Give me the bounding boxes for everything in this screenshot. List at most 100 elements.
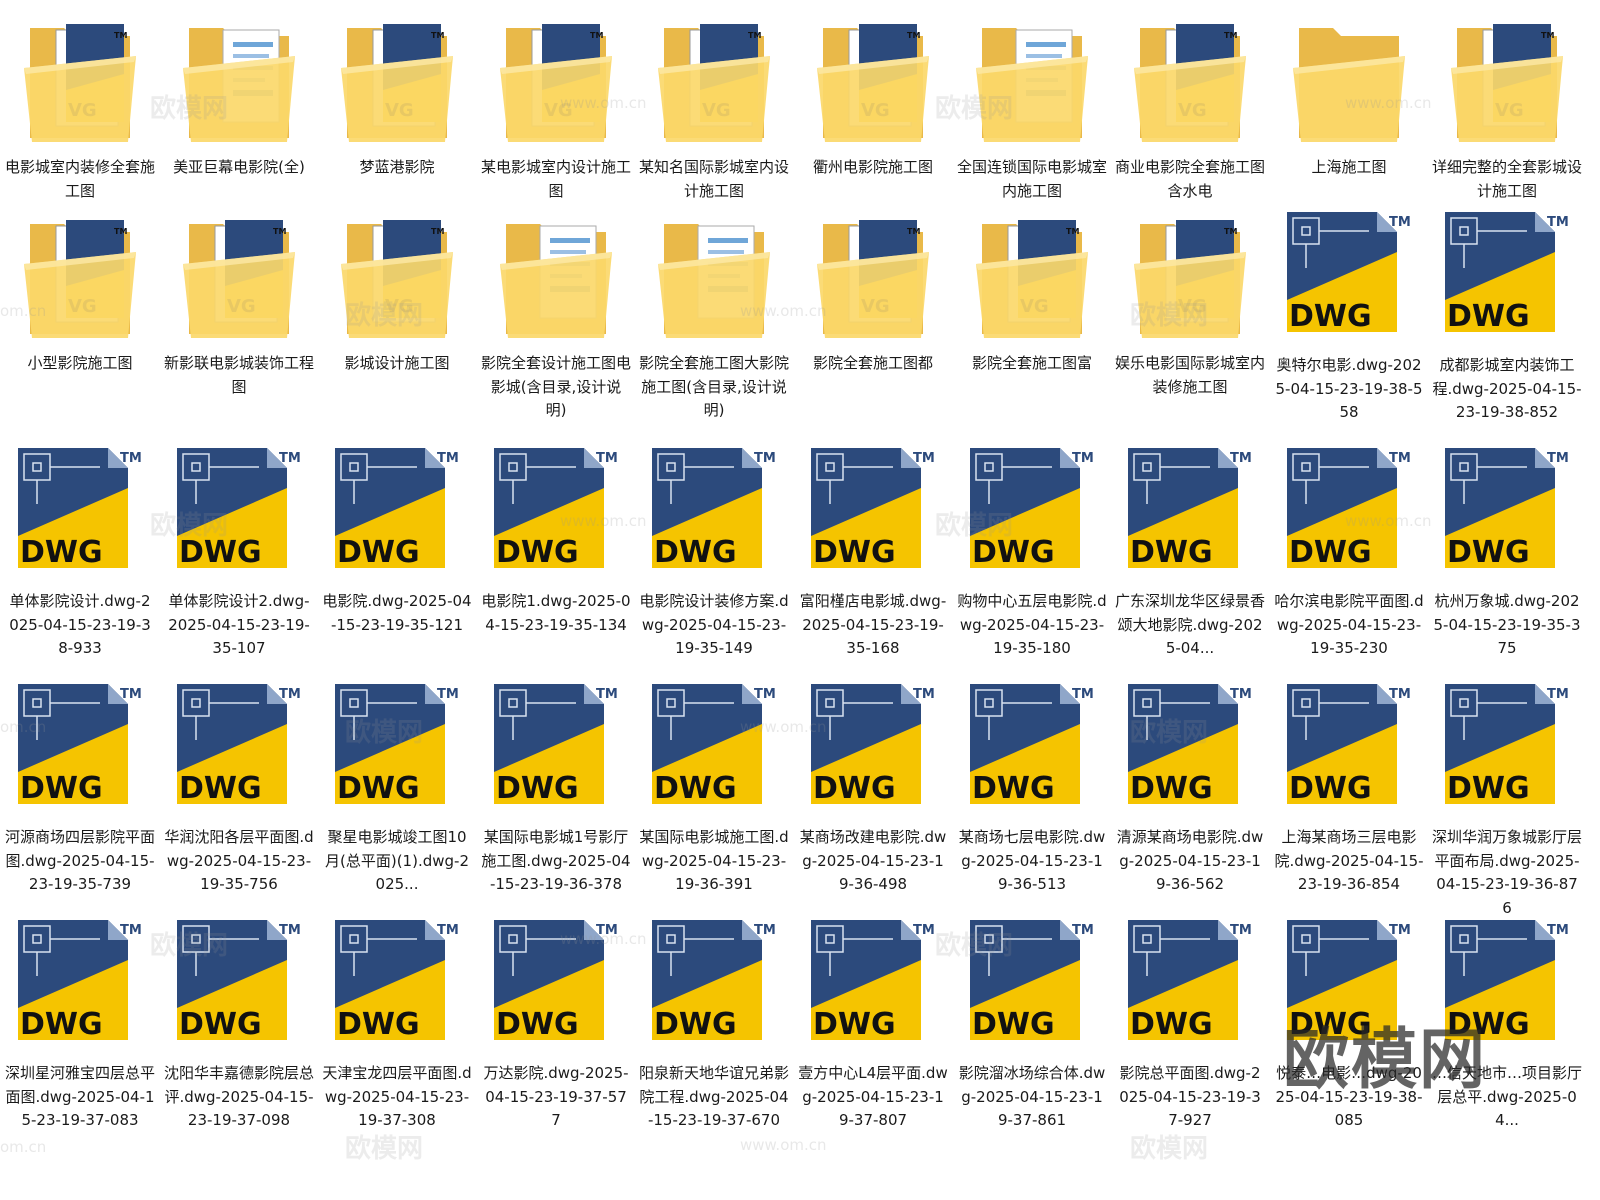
dwg-file-item[interactable]: DWG TM 某国际电影城施工图.dwg-2025-04-15-23-19-36-3…: [636, 668, 792, 904]
svg-text:DWG: DWG: [179, 535, 262, 570]
dwg-file-item[interactable]: DWG TM 深圳华润万象城影厅层平面布局.dwg-2025-04-15-23-19…: [1429, 668, 1585, 917]
folder-dwg-icon: VGTM: [954, 206, 1110, 346]
svg-text:TM: TM: [1230, 451, 1252, 466]
icon-row: DWG TM 单体影院设计.dwg-2025-04-15-23-19-38-933 D…: [0, 432, 1600, 668]
dwg-file-item[interactable]: DWG TM 某商场改建电影院.dwg-2025-04-15-23-19-36-49…: [795, 668, 951, 904]
svg-text:TM: TM: [273, 227, 286, 236]
dwg-file-icon: DWG TM: [478, 444, 634, 584]
dwg-file-item[interactable]: DWG TM 电影院设计装修方案.dwg-2025-04-15-23-19-35-1…: [636, 432, 792, 668]
svg-text:TM: TM: [114, 227, 127, 236]
dwg-file-item[interactable]: DWG TM 壹方中心L4层平面.dwg-2025-04-15-23-19-37-8…: [795, 904, 951, 1140]
dwg-file-item[interactable]: DWG TM …信天地市…项目影厅层总平.dwg-2025-04...: [1429, 904, 1585, 1140]
svg-text:DWG: DWG: [813, 771, 896, 806]
svg-text:TM: TM: [437, 451, 459, 466]
icon-row: DWG TM 河源商场四层影院平面图.dwg-2025-04-15-23-19-35…: [0, 668, 1600, 917]
folder-item[interactable]: VGTM 影院全套施工图富: [954, 196, 1110, 432]
dwg-file-item[interactable]: DWG TM 奥特尔电影.dwg-2025-04-15-23-19-38-558: [1271, 196, 1427, 432]
dwg-file-item[interactable]: DWG TM 沈阳华丰嘉德影院层总评.dwg-2025-04-15-23-19-37…: [161, 904, 317, 1140]
svg-text:TM: TM: [913, 451, 935, 466]
icon-row: VGTM小型影院施工图VGTM新影联电影城装饰工程图VGTM影城设计施工图影院全…: [0, 196, 1600, 432]
svg-text:TM: TM: [1072, 923, 1094, 938]
item-label: 悦泰…电影…dwg-2025-04-15-23-19-38-085: [1275, 1064, 1423, 1129]
svg-text:TM: TM: [1389, 215, 1411, 230]
folder-dwg-icon: VGTM: [478, 10, 634, 150]
svg-text:DWG: DWG: [1130, 1007, 1213, 1042]
dwg-file-icon: DWG TM: [636, 680, 792, 820]
svg-text:DWG: DWG: [813, 1007, 896, 1042]
dwg-file-item[interactable]: DWG TM 某国际电影城1号影厅施工图.dwg-2025-04-15-23-19-…: [478, 668, 634, 904]
item-label: 影院全套设计施工图电影城(含目录,设计说明): [481, 354, 632, 419]
dwg-file-icon: DWG TM: [161, 444, 317, 584]
svg-text:DWG: DWG: [972, 1007, 1055, 1042]
folder-dwg-icon: VGTM: [2, 10, 158, 150]
dwg-file-icon: DWG TM: [1271, 208, 1427, 348]
item-label: 影院全套施工图都: [812, 354, 933, 372]
item-label: 影院全套施工图大影院施工图(含目录,设计说明): [639, 354, 790, 419]
svg-text:DWG: DWG: [654, 1007, 737, 1042]
svg-text:TM: TM: [431, 31, 444, 40]
dwg-file-item[interactable]: DWG TM 杭州万象城.dwg-2025-04-15-23-19-35-375: [1429, 432, 1585, 668]
folder-docs-icon: [478, 206, 634, 346]
dwg-file-item[interactable]: DWG TM 华润沈阳各层平面图.dwg-2025-04-15-23-19-35-7…: [161, 668, 317, 904]
item-label: 上海施工图: [1311, 158, 1387, 176]
svg-text:DWG: DWG: [337, 535, 420, 570]
dwg-file-item[interactable]: DWG TM 天津宝龙四层平面图.dwg-2025-04-15-23-19-37-3…: [319, 904, 475, 1140]
svg-text:TM: TM: [1547, 451, 1569, 466]
dwg-file-item[interactable]: DWG TM 万达影院.dwg-2025-04-15-23-19-37-577: [478, 904, 634, 1140]
dwg-file-icon: DWG TM: [1429, 444, 1585, 584]
item-label: 美亚巨幕电影院(全): [173, 158, 305, 176]
dwg-file-item[interactable]: DWG TM 购物中心五层电影院.dwg-2025-04-15-23-19-35-1…: [954, 432, 1110, 668]
dwg-file-item[interactable]: DWG TM 聚星电影城竣工图10月(总平面)(1).dwg-2025...: [319, 668, 475, 904]
folder-item[interactable]: VGTM 新影联电影城装饰工程图: [161, 196, 317, 432]
svg-text:DWG: DWG: [337, 1007, 420, 1042]
folder-item[interactable]: VGTM 小型影院施工图: [2, 196, 158, 432]
item-label: 聚星电影城竣工图10月(总平面)(1).dwg-2025...: [325, 828, 469, 893]
dwg-file-item[interactable]: DWG TM 富阳槿店电影城.dwg-2025-04-15-23-19-35-168: [795, 432, 951, 668]
item-label: 壹方中心L4层平面.dwg-2025-04-15-23-19-37-807: [798, 1064, 948, 1129]
svg-text:TM: TM: [1389, 923, 1411, 938]
svg-text:DWG: DWG: [1289, 535, 1372, 570]
dwg-file-icon: DWG TM: [319, 680, 475, 820]
dwg-file-item[interactable]: DWG TM 成都影城室内装饰工程.dwg-2025-04-15-23-19-38-…: [1429, 196, 1585, 432]
svg-text:DWG: DWG: [496, 1007, 579, 1042]
folder-item[interactable]: 影院全套施工图大影院施工图(含目录,设计说明): [636, 196, 792, 432]
dwg-file-icon: DWG TM: [2, 680, 158, 820]
dwg-file-icon: DWG TM: [1112, 916, 1268, 1056]
dwg-file-item[interactable]: DWG TM 某商场七层电影院.dwg-2025-04-15-23-19-36-51…: [954, 668, 1110, 904]
item-label: 电影院设计装修方案.dwg-2025-04-15-23-19-35-149: [639, 592, 789, 657]
dwg-file-item[interactable]: DWG TM 上海某商场三层电影院.dwg-2025-04-15-23-19-36-…: [1271, 668, 1427, 904]
folder-item[interactable]: 影院全套设计施工图电影城(含目录,设计说明): [478, 196, 634, 432]
item-label: 购物中心五层电影院.dwg-2025-04-15-23-19-35-180: [957, 592, 1107, 657]
svg-text:TM: TM: [907, 227, 920, 236]
dwg-file-item[interactable]: DWG TM 影院溜冰场综合体.dwg-2025-04-15-23-19-37-86…: [954, 904, 1110, 1140]
item-label: 某商场七层电影院.dwg-2025-04-15-23-19-36-513: [958, 828, 1106, 893]
dwg-file-item[interactable]: DWG TM 深圳星河雅宝四层总平面图.dwg-2025-04-15-23-19-3…: [2, 904, 158, 1140]
dwg-file-item[interactable]: DWG TM 单体影院设计2.dwg-2025-04-15-23-19-35-107: [161, 432, 317, 668]
svg-text:TM: TM: [913, 923, 935, 938]
dwg-file-icon: DWG TM: [319, 444, 475, 584]
dwg-file-item[interactable]: DWG TM 广东深圳龙华区绿景香颂大地影院.dwg-2025-04...: [1112, 432, 1268, 668]
dwg-file-item[interactable]: DWG TM 阳泉新天地华谊兄弟影院工程.dwg-2025-04-15-23-19-…: [636, 904, 792, 1140]
dwg-file-item[interactable]: DWG TM 清源某商场电影院.dwg-2025-04-15-23-19-36-56…: [1112, 668, 1268, 904]
dwg-file-item[interactable]: DWG TM 河源商场四层影院平面图.dwg-2025-04-15-23-19-35…: [2, 668, 158, 904]
item-label: 影城设计施工图: [344, 354, 450, 372]
dwg-file-item[interactable]: DWG TM 哈尔滨电影院平面图.dwg-2025-04-15-23-19-35-2…: [1271, 432, 1427, 668]
dwg-file-item[interactable]: DWG TM 电影院1.dwg-2025-04-15-23-19-35-134: [478, 432, 634, 668]
dwg-file-item[interactable]: DWG TM 单体影院设计.dwg-2025-04-15-23-19-38-933: [2, 432, 158, 668]
folder-item[interactable]: VGTM 影城设计施工图: [319, 196, 475, 432]
dwg-file-item[interactable]: DWG TM 悦泰…电影…dwg-2025-04-15-23-19-38-085: [1271, 904, 1427, 1140]
item-label: 万达影院.dwg-2025-04-15-23-19-37-577: [483, 1064, 629, 1129]
dwg-file-item[interactable]: DWG TM 电影院.dwg-2025-04-15-23-19-35-121: [319, 432, 475, 668]
dwg-file-icon: DWG TM: [1112, 444, 1268, 584]
item-label: 单体影院设计2.dwg-2025-04-15-23-19-35-107: [168, 592, 310, 657]
dwg-file-icon: DWG TM: [1429, 208, 1585, 348]
item-label: 深圳星河雅宝四层总平面图.dwg-2025-04-15-23-19-37-083: [5, 1064, 156, 1129]
folder-item[interactable]: VGTM 影院全套施工图都: [795, 196, 951, 432]
item-label: 天津宝龙四层平面图.dwg-2025-04-15-23-19-37-308: [322, 1064, 472, 1129]
svg-text:TM: TM: [913, 687, 935, 702]
dwg-file-item[interactable]: DWG TM 影院总平面图.dwg-2025-04-15-23-19-37-927: [1112, 904, 1268, 1140]
folder-item[interactable]: VGTM 娱乐电影国际影城室内装修施工图: [1112, 196, 1268, 432]
svg-text:DWG: DWG: [20, 771, 103, 806]
svg-text:DWG: DWG: [1447, 771, 1530, 806]
item-label: 某国际电影城施工图.dwg-2025-04-15-23-19-36-391: [639, 828, 789, 893]
